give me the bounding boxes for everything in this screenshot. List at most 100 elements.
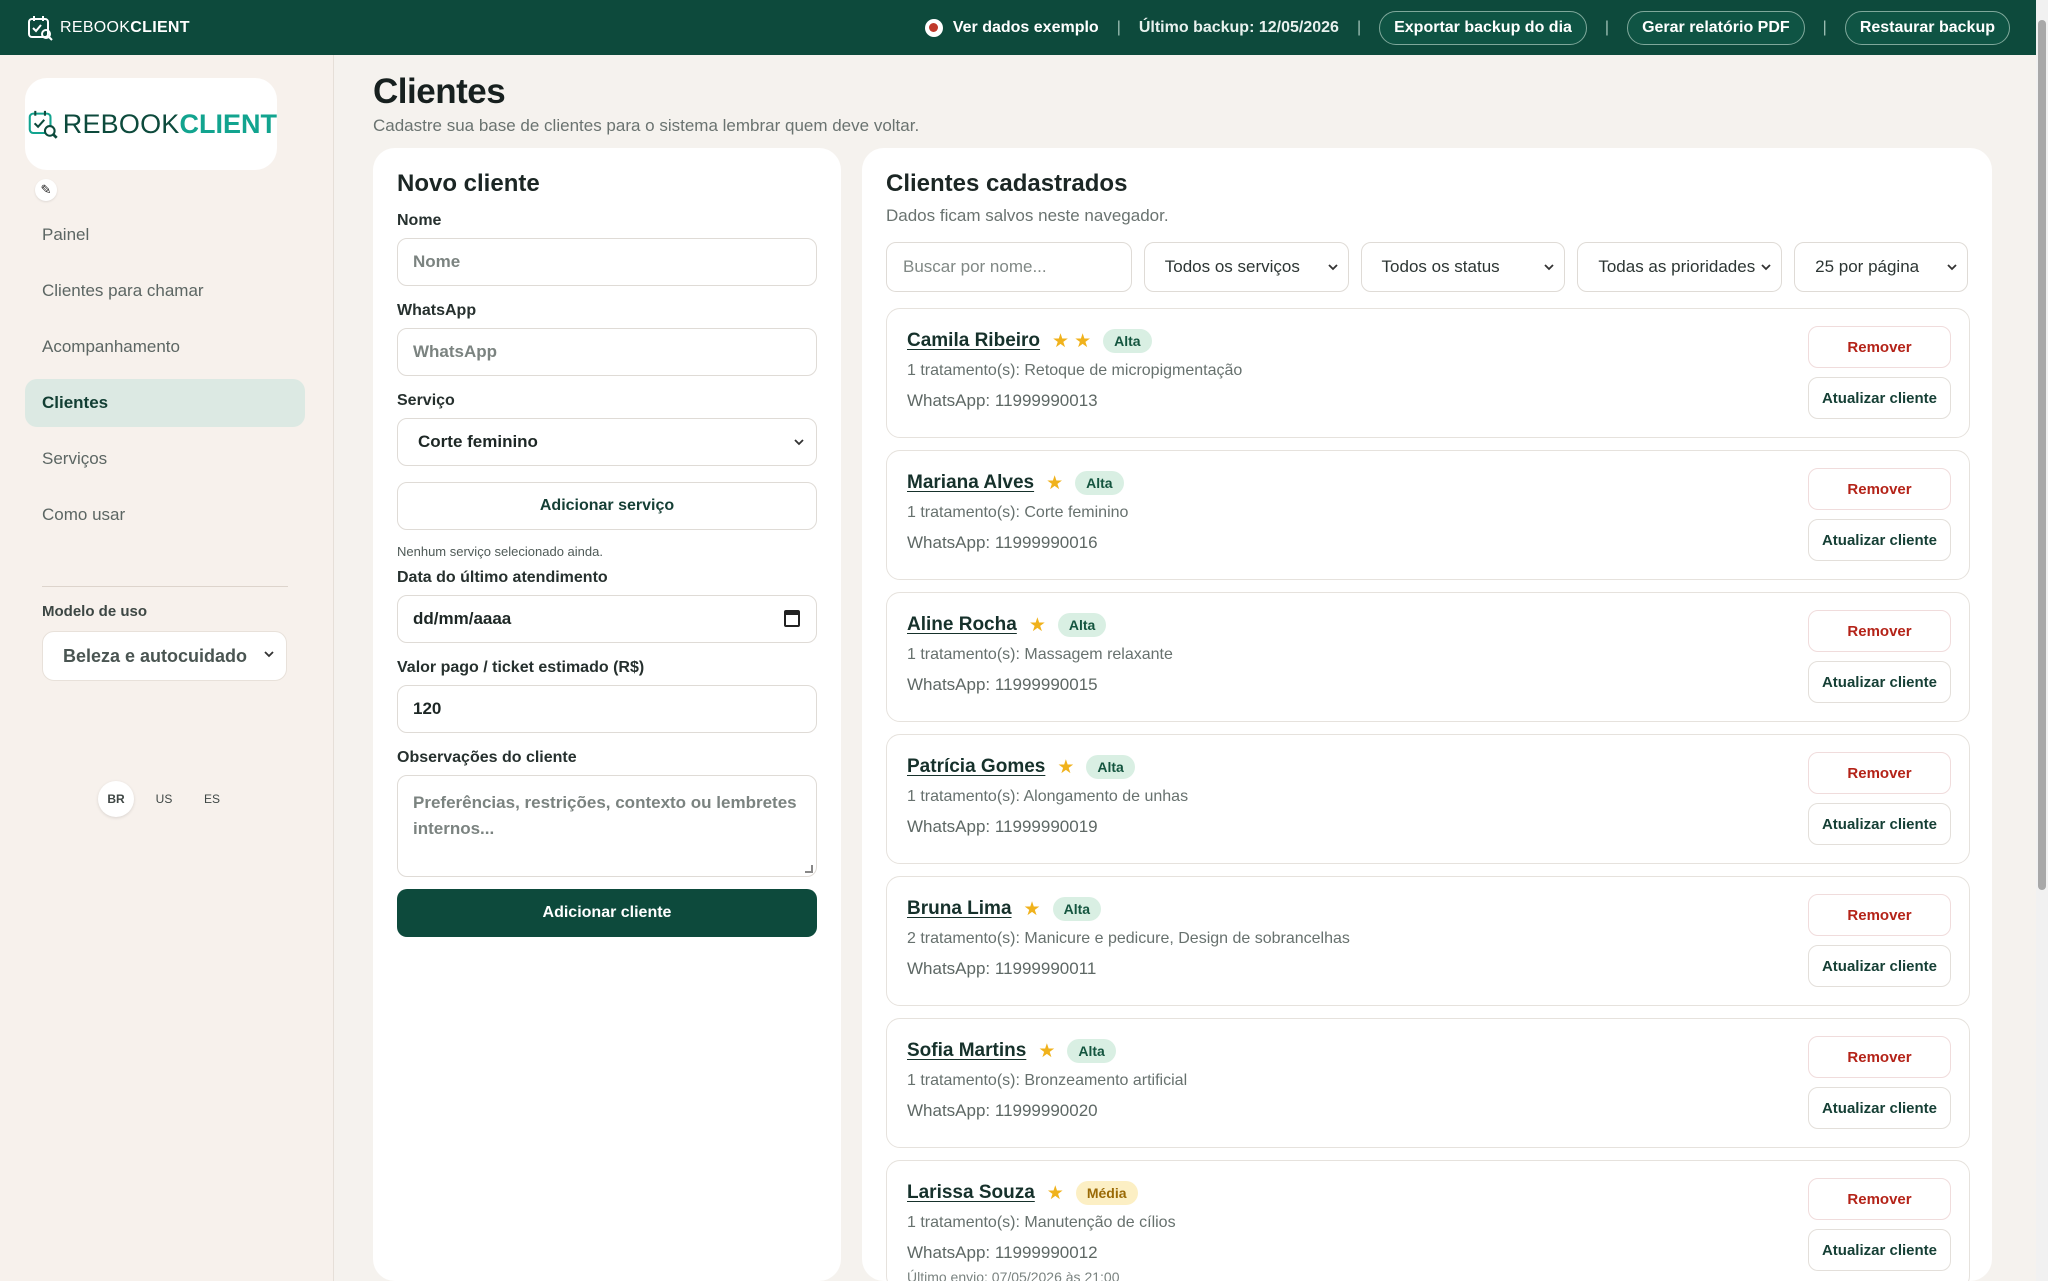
client-treatments: 1 tratamento(s): Bronzeamento artificial: [907, 1072, 1188, 1089]
usage-model-value: Beleza e autocuidado: [63, 645, 248, 666]
sidebar: REBOOK CLIENT ✎ Painel Clientes para cham…: [0, 55, 334, 1281]
lang-us[interactable]: US: [146, 781, 182, 817]
client-name[interactable]: Aline Rocha: [907, 614, 1017, 636]
client-name[interactable]: Patrícia Gomes: [907, 756, 1045, 778]
remove-client-button[interactable]: Remover: [1808, 752, 1951, 794]
client-whatsapp: WhatsApp: 11999990016: [907, 533, 1098, 552]
add-client-button[interactable]: Adicionar cliente: [397, 889, 817, 937]
last-visit-date-label: Data do último atendimento: [397, 569, 608, 586]
whatsapp-input[interactable]: WhatsApp: [397, 328, 817, 376]
client-treatments: 1 tratamento(s): Retoque de micropigment…: [907, 362, 1243, 379]
name-label: Nome: [397, 212, 442, 229]
star-icon: ★: [1057, 756, 1075, 778]
client-whatsapp: WhatsApp: 11999990015: [907, 675, 1098, 694]
last-visit-date-input[interactable]: dd/mm/aaaa: [397, 595, 817, 643]
usage-model-label: Modelo de uso: [42, 603, 147, 620]
lang-br[interactable]: BR: [98, 781, 134, 817]
remove-client-button[interactable]: Remover: [1808, 610, 1951, 652]
client-last-sent: Último envio: 07/05/2026 às 21:00: [907, 1269, 1120, 1281]
remove-client-button[interactable]: Remover: [1808, 468, 1951, 510]
separator: |: [1604, 18, 1610, 36]
star-icon: ★: [1028, 614, 1046, 636]
client-treatments: 2 tratamento(s): Manicure e pedicure, De…: [907, 930, 1350, 947]
remove-client-button[interactable]: Remover: [1808, 1036, 1951, 1078]
update-client-button[interactable]: Atualizar cliente: [1808, 377, 1951, 419]
status-filter-value: Todos os status: [1381, 257, 1500, 276]
priority-filter-select[interactable]: Todas as prioridades: [1577, 242, 1783, 292]
star-icon: ★: [1023, 898, 1041, 920]
client-name[interactable]: Mariana Alves: [907, 472, 1034, 494]
restore-backup-button[interactable]: Restaurar backup: [1844, 10, 2010, 45]
sidebar-item-servicos[interactable]: Serviços: [25, 435, 305, 483]
update-client-button[interactable]: Atualizar cliente: [1808, 1229, 1951, 1271]
service-filter-select[interactable]: Todos os serviços: [1143, 242, 1349, 292]
search-input[interactable]: Buscar por nome...: [886, 242, 1132, 292]
remove-client-button[interactable]: Remover: [1808, 894, 1951, 936]
scrollbar-thumb[interactable]: [2038, 20, 2046, 890]
priority-badge: Alta: [1052, 897, 1102, 921]
service-select-value: Corte feminino: [418, 432, 538, 451]
client-name[interactable]: Camila Ribeiro: [907, 330, 1040, 352]
priority-badge: Alta: [1075, 471, 1124, 495]
client-row: Mariana Alves ★ Alta 1 tratamento(s): Corte…: [886, 450, 1970, 580]
client-name[interactable]: Sofia Martins: [907, 1040, 1026, 1062]
chevron-down-icon: [264, 651, 274, 658]
page-subtitle: Cadastre sua base de clientes para o sis…: [373, 116, 920, 135]
resize-handle-icon[interactable]: [805, 865, 813, 873]
calendar-icon[interactable]: [784, 610, 800, 627]
service-filter-value: Todos os serviços: [1164, 257, 1300, 276]
sidebar-item-clientes-para-chamar[interactable]: Clientes para chamar: [25, 267, 305, 315]
per-page-value: 25 por página: [1815, 257, 1920, 276]
client-row: Patrícia Gomes ★ Alta 1 tratamento(s): Alon…: [886, 734, 1970, 864]
client-row: Camila Ribeiro ★ ★ Alta 1 tratamento(s): Ret…: [886, 308, 1970, 438]
client-row: Bruna Lima ★ Alta 2 tratamento(s): Manicure…: [886, 876, 1970, 1006]
usage-model-select[interactable]: Beleza e autocuidado: [42, 631, 287, 681]
notes-textarea[interactable]: Preferências, restrições, contexto ou le…: [397, 775, 817, 877]
date-placeholder: dd/mm/aaaa: [413, 609, 512, 628]
remove-client-button[interactable]: Remover: [1808, 1178, 1951, 1220]
remove-client-button[interactable]: Remover: [1808, 326, 1951, 368]
status-filter-select[interactable]: Todos os status: [1360, 242, 1566, 292]
name-input[interactable]: Nome: [397, 238, 817, 286]
notes-label: Observações do cliente: [397, 749, 577, 766]
scrollbar-track[interactable]: [2036, 0, 2048, 1281]
star-icon: ★: [1074, 330, 1092, 352]
priority-badge: Alta: [1057, 613, 1107, 637]
priority-stars: ★: [1057, 758, 1074, 777]
list-subtitle: Dados ficam salvos neste navegador.: [886, 206, 1169, 225]
service-select[interactable]: Corte feminino: [397, 418, 817, 466]
priority-stars: ★: [1029, 616, 1046, 635]
sidebar-item-painel[interactable]: Painel: [25, 211, 305, 259]
last-backup-text: Último backup: 12/05/2026: [1138, 18, 1339, 36]
update-client-button[interactable]: Atualizar cliente: [1808, 1087, 1951, 1129]
per-page-select[interactable]: 25 por página: [1794, 242, 1968, 292]
priority-badge: Alta: [1086, 755, 1135, 779]
client-name[interactable]: Bruna Lima: [907, 898, 1012, 920]
update-client-button[interactable]: Atualizar cliente: [1808, 803, 1951, 845]
clients-list: Camila Ribeiro ★ ★ Alta 1 tratamento(s): Ret…: [886, 308, 1970, 1281]
value-label: Valor pago / ticket estimado (R$): [397, 659, 645, 676]
generate-pdf-button[interactable]: Gerar relatório PDF: [1627, 10, 1805, 45]
no-service-hint: Nenhum serviço selecionado ainda.: [397, 544, 603, 559]
separator: |: [1116, 18, 1121, 36]
add-service-button[interactable]: Adicionar serviço: [397, 482, 817, 530]
client-row: Sofia Martins ★ Alta 1 tratamento(s): Bronz…: [886, 1018, 1970, 1148]
lang-es[interactable]: ES: [194, 781, 230, 817]
sidebar-item-acompanhamento[interactable]: Acompanhamento: [25, 323, 305, 371]
sidebar-item-clientes[interactable]: Clientes: [25, 379, 305, 427]
demo-data-toggle[interactable]: Ver dados exemplo: [924, 18, 1099, 37]
priority-stars: ★: [1038, 1042, 1055, 1061]
chevron-down-icon: [1544, 264, 1554, 271]
edit-logo-icon[interactable]: ✎: [35, 179, 57, 201]
calendar-search-logo-icon: [28, 110, 58, 139]
update-client-button[interactable]: Atualizar cliente: [1808, 519, 1951, 561]
sidebar-item-como-usar[interactable]: Como usar: [25, 491, 305, 539]
client-name[interactable]: Larissa Souza: [907, 1182, 1035, 1204]
demo-data-label: Ver dados exemplo: [952, 18, 1099, 36]
value-input[interactable]: 120: [397, 685, 817, 733]
separator: |: [1822, 18, 1827, 36]
new-client-form: Novo cliente Nome Nome WhatsApp WhatsApp…: [373, 148, 841, 1281]
export-backup-button[interactable]: Exportar backup do dia: [1379, 10, 1587, 45]
update-client-button[interactable]: Atualizar cliente: [1808, 661, 1951, 703]
update-client-button[interactable]: Atualizar cliente: [1808, 945, 1951, 987]
